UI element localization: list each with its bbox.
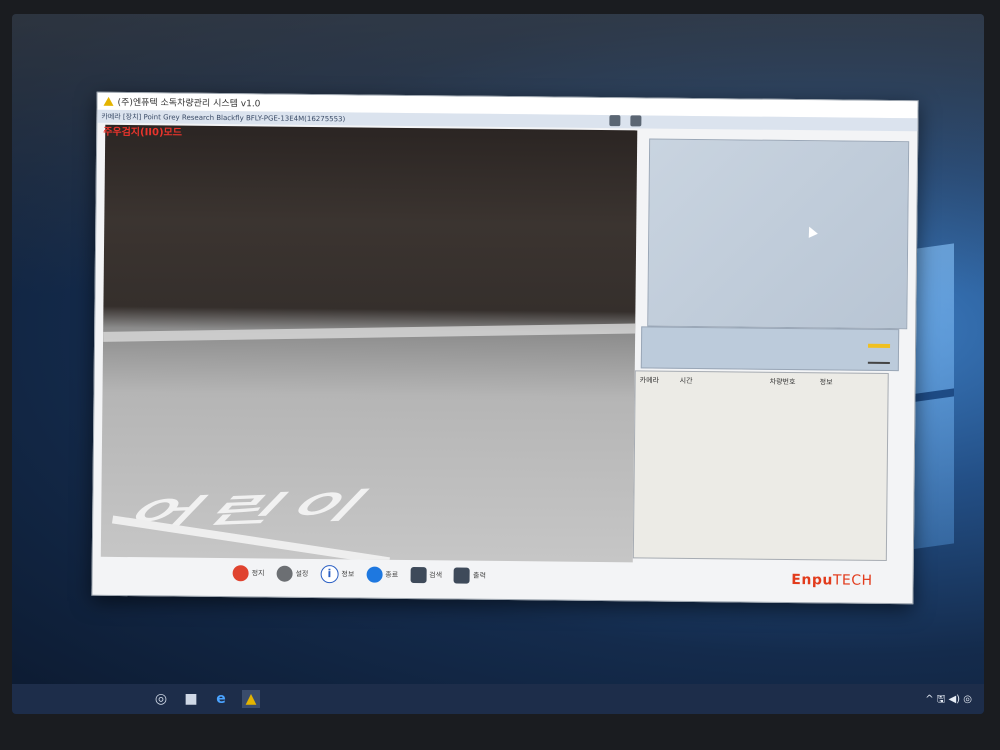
taskbar: ◎ ■ e ▲ ^ 🖫 ◀) ◎: [12, 684, 984, 714]
col-camera: 카메라: [639, 376, 660, 385]
application-window: (주)엔퓨텍 소독차량관리 시스템 v1.0 – □ × 카메라 [장치] Po…: [91, 91, 919, 605]
stop-icon: [232, 565, 249, 582]
system-tray[interactable]: ^ 🖫 ◀) ◎: [925, 692, 972, 709]
road-curb: [103, 323, 638, 342]
snapshot-icon[interactable]: [609, 115, 621, 127]
barrier-gate-icon[interactable]: [867, 343, 891, 365]
folder-icon[interactable]: ■: [182, 690, 200, 708]
app-warning-icon: [103, 96, 114, 106]
power-icon: [366, 566, 383, 583]
toolbar: 정지 설정 i 정보 종료 검색 출력: [232, 564, 495, 585]
plate-result-panel: [640, 326, 900, 372]
log-table[interactable]: 카메라 시간 차량번호 정보: [632, 370, 889, 562]
search-icon: [410, 567, 427, 584]
gear-icon: [276, 565, 293, 582]
log-table-header: 카메라 시간 차량번호 정보: [636, 371, 888, 392]
camera-icon[interactable]: [630, 115, 642, 127]
camera-feed: 어린이: [100, 124, 638, 563]
stop-button[interactable]: 정지: [232, 565, 265, 582]
task-view-icon[interactable]: ◎: [152, 690, 170, 708]
settings-button[interactable]: 설정: [276, 565, 308, 582]
col-plate: 차량번호: [769, 377, 796, 387]
search-button[interactable]: 검색: [410, 567, 442, 584]
info-icon: i: [320, 565, 339, 584]
edge-icon[interactable]: e: [212, 690, 230, 708]
col-info: 정보: [819, 378, 833, 387]
print-icon: [453, 567, 471, 584]
col-time: 시간: [679, 376, 693, 385]
plate-image-panel: [647, 138, 910, 330]
desktop-screen: (주)엔퓨텍 소독차량관리 시스템 v1.0 – □ × 카메라 [장치] Po…: [12, 14, 984, 714]
camera-caption: 카메라 [장치] Point Grey Research Blackfly BF…: [101, 112, 346, 123]
mode-label: 주우검지(II0)모드: [103, 126, 183, 139]
brand-logo: EnpuTECH: [791, 572, 873, 589]
window-title: (주)엔퓨텍 소독차량관리 시스템 v1.0: [117, 97, 261, 110]
info-button[interactable]: i 정보: [320, 565, 354, 584]
print-button[interactable]: 출력: [453, 567, 486, 584]
exit-button[interactable]: 종료: [366, 566, 398, 583]
app-warning-icon[interactable]: ▲: [242, 690, 260, 708]
